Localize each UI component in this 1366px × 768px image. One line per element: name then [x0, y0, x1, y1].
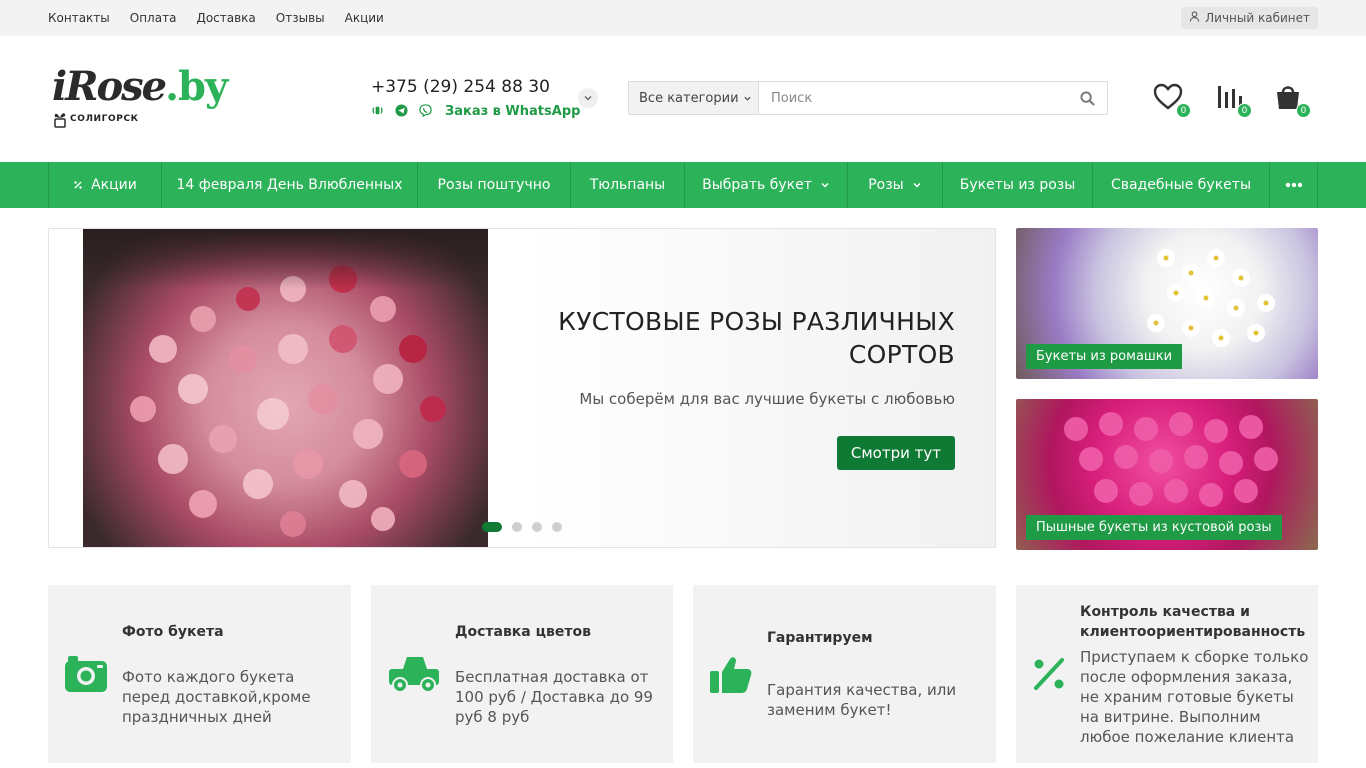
slider-pagination: [482, 522, 562, 532]
top-link-delivery[interactable]: Доставка: [196, 11, 255, 25]
logo-wordmark: iRose.by: [52, 63, 228, 110]
phone-call-icon[interactable]: [371, 102, 384, 121]
search-icon: [1079, 90, 1095, 106]
truck-icon: [387, 655, 441, 693]
nav-item-single-roses[interactable]: Розы поштучно: [417, 162, 570, 208]
bouquet-photo: [83, 229, 488, 547]
feature-text: Бесплатная доставка от 100 руб / Доставк…: [455, 668, 653, 726]
top-link-payment[interactable]: Оплата: [130, 11, 177, 25]
telegram-icon[interactable]: [395, 102, 408, 121]
feature-guarantee: Гарантируем Гарантия качества, или замен…: [693, 585, 996, 763]
cart-button[interactable]: 0: [1273, 82, 1311, 118]
compare-count: 0: [1237, 103, 1252, 118]
favorites-count: 0: [1176, 103, 1191, 118]
slide-title: КУСТОВЫЕ РОЗЫ РАЗЛИЧНЫХ СОРТОВ: [558, 307, 955, 369]
percent-icon: [1032, 657, 1066, 691]
feature-title: Контроль качества и клиентоориентированн…: [1080, 604, 1306, 640]
slider-dot-4[interactable]: [552, 522, 562, 532]
flower-pot-icon: [54, 113, 66, 128]
feature-quality: Контроль качества и клиентоориентированн…: [1016, 585, 1318, 763]
favorites-button[interactable]: 0: [1153, 82, 1191, 118]
chevron-down-icon: [913, 182, 921, 188]
promo-label: Букеты из ромашки: [1026, 344, 1183, 369]
messenger-links: Заказ в WhatsApp: [371, 102, 580, 121]
feature-text: Приступаем к сборке только после оформле…: [1080, 648, 1309, 746]
hero-slider: КУСТОВЫЕ РОЗЫ РАЗЛИЧНЫХ СОРТОВ Мы соберё…: [48, 228, 996, 548]
thumbs-up-icon: [709, 655, 753, 695]
top-bar: Контакты Оплата Доставка Отзывы Акции Ли…: [0, 0, 1366, 36]
search-input[interactable]: [759, 82, 1067, 114]
feature-photo: Фото букета Фото каждого букета перед до…: [48, 585, 351, 763]
nav-item-rose-bouquets[interactable]: Букеты из розы: [942, 162, 1092, 208]
nav-item-valentines[interactable]: 14 февраля День Влюбленных: [161, 162, 417, 208]
nav-item-roses[interactable]: Розы: [847, 162, 942, 208]
feature-title: Гарантируем: [767, 630, 873, 646]
promo-spray-roses[interactable]: Пышные букеты из кустовой розы: [1016, 399, 1318, 550]
feature-title: Фото букета: [122, 624, 224, 640]
user-icon: [1189, 11, 1200, 25]
slide-subtitle: Мы соберём для вас лучшие букеты с любов…: [579, 390, 955, 408]
nav-item-promotions[interactable]: Акции: [48, 162, 161, 208]
chevron-down-icon: [743, 96, 751, 101]
nav-item-tulips[interactable]: Тюльпаны: [570, 162, 684, 208]
account-label: Личный кабинет: [1205, 11, 1310, 25]
slider-dot-3[interactable]: [532, 522, 542, 532]
feature-text: Фото каждого букета перед доставкой,кром…: [122, 668, 311, 726]
chevron-down-icon: [821, 182, 829, 188]
account-button[interactable]: Личный кабинет: [1181, 7, 1318, 29]
phone-number[interactable]: +375 (29) 254 88 30: [371, 77, 550, 97]
whatsapp-order-link[interactable]: Заказ в WhatsApp: [445, 104, 580, 119]
feature-delivery: Доставка цветов Бесплатная доставка от 1…: [371, 585, 673, 763]
logo-city: СОЛИГОРСК: [70, 114, 139, 124]
feature-title: Доставка цветов: [455, 624, 591, 640]
nav-item-choose-bouquet[interactable]: Выбрать букет: [684, 162, 847, 208]
search-category-select[interactable]: Все категории: [629, 82, 759, 114]
nav-more-button[interactable]: [1269, 162, 1318, 208]
more-dots-icon: [1285, 182, 1302, 188]
feature-text: Гарантия качества, или заменим букет!: [767, 681, 957, 719]
site-logo[interactable]: iRose.by СОЛИГОРСК: [52, 64, 228, 134]
nav-item-wedding-bouquets[interactable]: Свадебные букеты: [1092, 162, 1269, 208]
promo-label: Пышные букеты из кустовой розы: [1026, 515, 1282, 540]
phone-dropdown-button[interactable]: [578, 88, 598, 108]
main-navigation: Акции 14 февраля День Влюбленных Розы по…: [48, 162, 1318, 208]
cart-count: 0: [1296, 103, 1311, 118]
top-link-reviews[interactable]: Отзывы: [276, 11, 325, 25]
slide-cta-button[interactable]: Смотри тут: [836, 436, 955, 470]
compare-button[interactable]: 0: [1214, 82, 1252, 118]
camera-icon: [64, 655, 108, 693]
viber-icon[interactable]: [419, 102, 432, 121]
search-button[interactable]: [1067, 82, 1107, 114]
top-link-contacts[interactable]: Контакты: [48, 11, 110, 25]
slider-dot-2[interactable]: [512, 522, 522, 532]
chevron-down-icon: [584, 96, 592, 101]
slider-dot-1[interactable]: [482, 522, 502, 532]
top-links: Контакты Оплата Доставка Отзывы Акции: [48, 0, 404, 36]
percent-icon: [74, 181, 82, 189]
search-bar: Все категории: [628, 81, 1108, 115]
top-link-promotions[interactable]: Акции: [345, 11, 384, 25]
promo-chamomile[interactable]: Букеты из ромашки: [1016, 228, 1318, 379]
